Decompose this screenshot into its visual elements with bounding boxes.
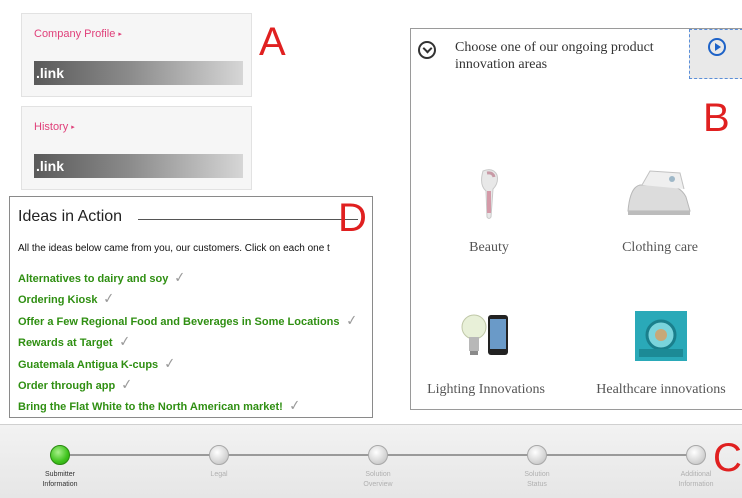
ideas-intro-text: All the ideas below came from you, our c… bbox=[18, 243, 330, 254]
company-profile-link[interactable]: Company Profile ▸ bbox=[34, 28, 122, 40]
idea-item[interactable]: Offer a Few Regional Food and Beverages … bbox=[18, 310, 358, 331]
idea-link[interactable]: Order through app bbox=[18, 380, 115, 392]
step-dot[interactable] bbox=[209, 445, 229, 465]
next-button-area[interactable] bbox=[689, 29, 742, 79]
triangle-right-icon: ▸ bbox=[71, 124, 75, 131]
healthcare-scanner-icon bbox=[635, 311, 687, 361]
idea-link[interactable]: Guatemala Antigua K-cups bbox=[18, 359, 158, 371]
chevron-down-circle-icon[interactable] bbox=[418, 41, 436, 59]
idea-link[interactable]: Rewards at Target bbox=[18, 337, 113, 349]
category-healthcare-innovations[interactable]: Healthcare innovations bbox=[583, 309, 739, 398]
company-profile-link-bar[interactable]: .link bbox=[34, 61, 243, 85]
step-dot[interactable] bbox=[368, 445, 388, 465]
step-dot[interactable] bbox=[527, 445, 547, 465]
annotation-letter-b: B bbox=[703, 96, 730, 140]
checkmark-icon: ✓ bbox=[120, 375, 134, 393]
idea-item[interactable]: Guatemala Antigua K-cups ✓ bbox=[18, 353, 357, 374]
step-dot-active[interactable] bbox=[50, 445, 70, 465]
step-label: Solution Overview bbox=[363, 471, 393, 488]
idea-item[interactable]: Order through app ✓ bbox=[18, 374, 357, 395]
step-submitter-information[interactable]: Submitter Information bbox=[15, 445, 105, 490]
idea-link[interactable]: Bring the Flat White to the North Americ… bbox=[18, 401, 283, 413]
checkmark-icon: ✓ bbox=[102, 289, 116, 307]
title-divider bbox=[138, 219, 358, 220]
checkmark-icon: ✓ bbox=[344, 311, 358, 329]
ideas-list: Alternatives to dairy and soy ✓ Ordering … bbox=[18, 267, 358, 417]
step-dot[interactable] bbox=[686, 445, 706, 465]
category-lighting-innovations[interactable]: Lighting Innovations bbox=[417, 309, 555, 398]
idea-link[interactable]: Offer a Few Regional Food and Beverages … bbox=[18, 316, 340, 328]
step-label: Legal bbox=[210, 471, 228, 478]
idea-item[interactable]: Rewards at Target ✓ bbox=[18, 331, 357, 352]
innovation-prompt: Choose one of our ongoing product innova… bbox=[455, 40, 654, 72]
checkmark-icon: ✓ bbox=[117, 332, 132, 350]
company-profile-label[interactable]: Company Profile bbox=[34, 28, 115, 40]
idea-link[interactable]: Ordering Kiosk bbox=[18, 294, 97, 306]
idea-link[interactable]: Alternatives to dairy and soy bbox=[18, 273, 168, 285]
beauty-device-icon bbox=[481, 169, 498, 219]
category-label[interactable]: Lighting Innovations bbox=[417, 382, 555, 398]
company-profile-card: Company Profile ▸ .link bbox=[21, 13, 252, 97]
category-beauty[interactable]: Beauty bbox=[429, 167, 549, 256]
history-card: History ▸ .link bbox=[21, 106, 252, 190]
history-link-bar[interactable]: .link bbox=[34, 154, 243, 178]
step-solution-overview[interactable]: Solution Overview bbox=[333, 445, 423, 490]
lightbulb-phone-icon bbox=[461, 314, 508, 355]
step-legal[interactable]: Legal bbox=[174, 445, 264, 480]
checkmark-icon: ✓ bbox=[163, 353, 177, 372]
ideas-in-action-panel: Ideas in Action All the ideas below came… bbox=[9, 196, 373, 418]
history-link[interactable]: History ▸ bbox=[34, 121, 75, 133]
step-solution-status[interactable]: Solution Status bbox=[492, 445, 582, 490]
annotation-letter-a: A bbox=[259, 20, 286, 64]
iron-icon bbox=[627, 170, 691, 215]
history-label[interactable]: History bbox=[34, 121, 68, 133]
step-label: Submitter Information bbox=[42, 471, 78, 488]
idea-item[interactable]: Alternatives to dairy and soy ✓ bbox=[18, 267, 357, 288]
annotation-letter-c: C bbox=[713, 436, 742, 480]
submission-progress-bar: Submitter Information Legal Solution Overv… bbox=[0, 424, 742, 498]
innovation-areas-panel: Choose one of our ongoing product innova… bbox=[410, 28, 742, 410]
category-label[interactable]: Beauty bbox=[429, 240, 549, 256]
idea-item[interactable]: Bring the Flat White to the North Americ… bbox=[18, 395, 357, 416]
checkmark-icon: ✓ bbox=[287, 396, 302, 414]
category-clothing-care[interactable]: Clothing care bbox=[595, 167, 725, 256]
play-circle-icon[interactable] bbox=[708, 38, 726, 56]
step-label: Solution Status bbox=[524, 471, 550, 488]
annotation-letter-d: D bbox=[338, 196, 367, 240]
idea-item[interactable]: Ordering Kiosk ✓ bbox=[18, 288, 357, 309]
category-label[interactable]: Healthcare innovations bbox=[583, 382, 739, 398]
ideas-title: Ideas in Action bbox=[18, 208, 123, 225]
triangle-right-icon: ▸ bbox=[118, 31, 122, 38]
category-label[interactable]: Clothing care bbox=[595, 240, 725, 256]
checkmark-icon: ✓ bbox=[173, 268, 187, 286]
